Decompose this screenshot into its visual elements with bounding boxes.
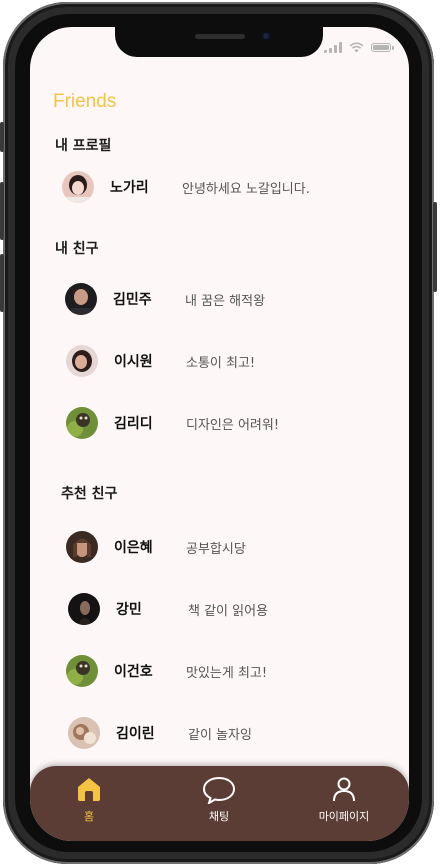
friend-name: 김민주 bbox=[113, 292, 152, 308]
battery-icon bbox=[371, 42, 394, 52]
mute-switch bbox=[0, 122, 4, 152]
avatar bbox=[62, 171, 94, 203]
signal-icon bbox=[324, 41, 342, 53]
tab-home[interactable]: 홈 bbox=[49, 776, 129, 824]
home-icon bbox=[78, 778, 100, 801]
power-button bbox=[433, 202, 437, 292]
bottom-tab-bar: 홈 채팅 마이페이지 bbox=[30, 766, 409, 841]
chat-bubble-icon bbox=[202, 776, 236, 804]
profile-status: 안녕하세요 노갈입니다. bbox=[182, 181, 310, 197]
recommended-row[interactable]: 강민 책 같이 읽어용 bbox=[68, 591, 268, 627]
tab-chat[interactable]: 채팅 bbox=[179, 776, 259, 824]
friend-row[interactable]: 이시원 소통이 최고! bbox=[66, 343, 255, 379]
friend-name: 김리디 bbox=[114, 416, 153, 432]
friend-status: 같이 놀자잉 bbox=[188, 727, 252, 743]
friend-status: 맛있는게 최고! bbox=[186, 665, 268, 681]
avatar bbox=[66, 655, 98, 687]
avatar bbox=[66, 407, 98, 439]
friend-name: 이은혜 bbox=[114, 540, 153, 556]
recommended-row[interactable]: 이건호 맛있는게 최고! bbox=[66, 653, 267, 689]
tab-home-label: 홈 bbox=[83, 810, 95, 823]
profile-name: 노가리 bbox=[110, 180, 149, 196]
avatar bbox=[68, 717, 100, 749]
friend-status: 소통이 최고! bbox=[186, 355, 256, 371]
friend-status: 내 꿈은 해적왕 bbox=[185, 293, 266, 309]
page-title: Friends bbox=[53, 91, 117, 112]
section-title-my-friends: 내 친구 bbox=[55, 241, 99, 257]
app-screen: Friends 내 프로필 노가리 안녕하세요 노갈입니다. 내 친구 김민주 … bbox=[30, 27, 409, 841]
friend-status: 공부합시당 bbox=[186, 541, 246, 557]
wifi-icon bbox=[349, 41, 364, 52]
profile-row[interactable]: 노가리 안녕하세요 노갈입니다. bbox=[62, 169, 310, 205]
section-title-my-profile: 내 프로필 bbox=[55, 138, 112, 154]
section-title-recommended: 추천 친구 bbox=[61, 486, 118, 502]
avatar bbox=[66, 345, 98, 377]
avatar bbox=[66, 531, 98, 563]
recommended-row[interactable]: 이은혜 공부합시당 bbox=[66, 529, 246, 565]
tab-mypage-label: 마이페이지 bbox=[318, 810, 370, 823]
friend-name: 이시원 bbox=[114, 354, 153, 370]
tab-chat-label: 채팅 bbox=[208, 810, 230, 823]
recommended-row[interactable]: 김이린 같이 놀자잉 bbox=[68, 715, 252, 751]
user-icon bbox=[333, 777, 355, 802]
avatar bbox=[65, 283, 97, 315]
avatar bbox=[68, 593, 100, 625]
volume-down-button bbox=[0, 254, 4, 312]
friend-name: 이건호 bbox=[114, 664, 153, 680]
friend-name: 김이린 bbox=[116, 726, 155, 742]
volume-up-button bbox=[0, 182, 4, 240]
speaker-grille bbox=[195, 34, 245, 39]
notch bbox=[115, 27, 323, 57]
friend-row[interactable]: 김리디 디자인은 어려워! bbox=[66, 405, 279, 441]
friend-name: 강민 bbox=[116, 602, 142, 618]
camera-icon bbox=[261, 31, 271, 41]
friend-status: 디자인은 어려워! bbox=[186, 417, 280, 433]
status-bar-icons bbox=[324, 41, 394, 53]
tab-mypage[interactable]: 마이페이지 bbox=[304, 776, 384, 824]
friend-status: 책 같이 읽어용 bbox=[188, 603, 269, 619]
friend-row[interactable]: 김민주 내 꿈은 해적왕 bbox=[65, 281, 265, 317]
